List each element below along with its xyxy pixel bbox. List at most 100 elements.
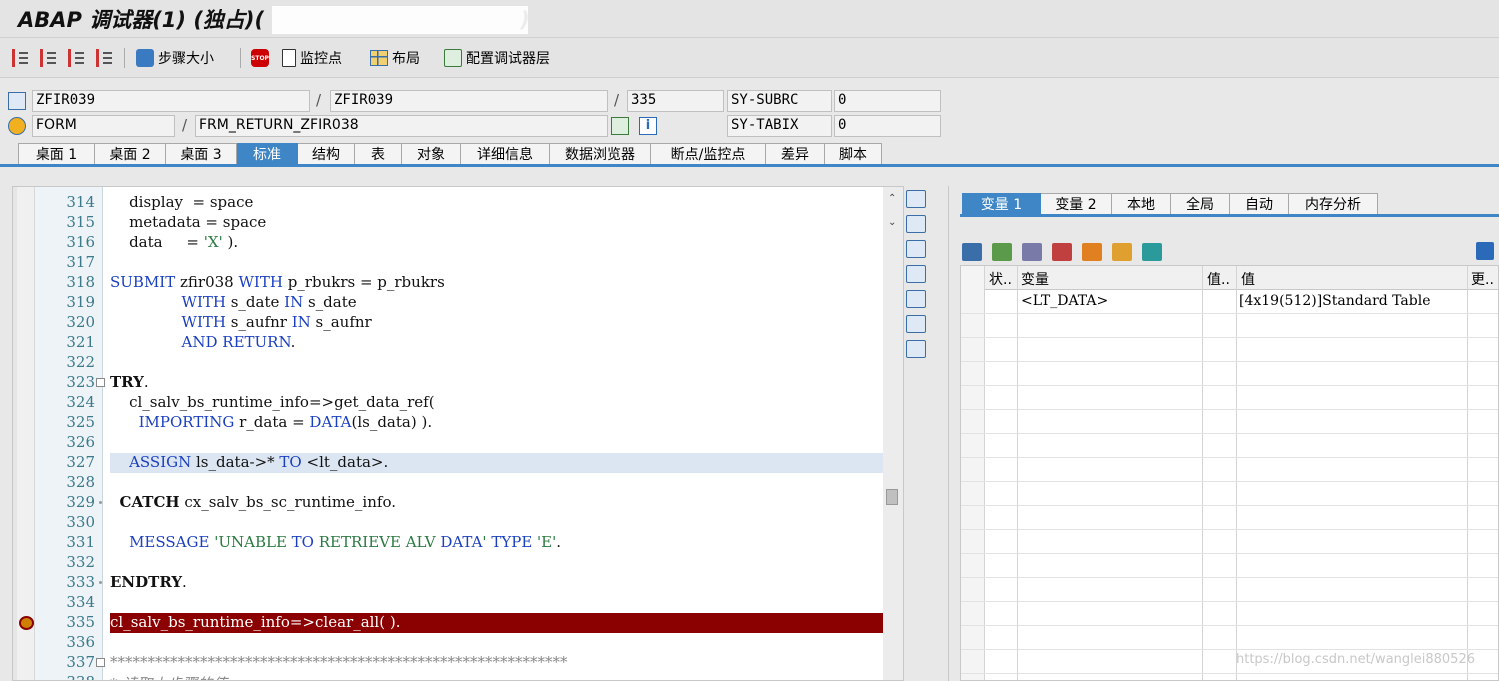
tab-standard[interactable]: 标准	[237, 143, 298, 165]
variable-name[interactable]: <LT_DATA>	[1021, 293, 1108, 309]
layout-button[interactable]: 布局	[370, 46, 420, 70]
navigate-source-icon[interactable]	[611, 117, 629, 135]
services-icon[interactable]	[906, 340, 926, 358]
tab-desktop-2[interactable]: 桌面 2	[95, 143, 166, 165]
tab-local[interactable]: 本地	[1112, 193, 1171, 215]
swap-tool-icon[interactable]	[906, 240, 926, 258]
variables-table[interactable]: 状.. 变量 值.. 值 更.. <LT_DATA> [4x19(512)]Sta…	[960, 265, 1499, 681]
continue-button[interactable]	[96, 46, 114, 70]
scroll-down-icon[interactable]: ⌄	[888, 217, 896, 228]
new-tool-icon[interactable]	[906, 215, 926, 233]
breakpoint-icon[interactable]	[19, 616, 34, 630]
code-line[interactable]: 325 IMPORTING r_data = DATA(ls_data) ).	[13, 413, 883, 433]
close-icon[interactable]	[906, 190, 926, 208]
tab-desktop-3[interactable]: 桌面 3	[166, 143, 237, 165]
variable-row[interactable]	[961, 386, 1498, 410]
col-more[interactable]: 更..	[1471, 269, 1494, 289]
variable-row[interactable]	[961, 458, 1498, 482]
variable-row[interactable]	[961, 314, 1498, 338]
code-line[interactable]: 321 AND RETURN.	[13, 333, 883, 353]
tab-variables-2[interactable]: 变量 2	[1041, 193, 1112, 215]
code-line[interactable]: 331 MESSAGE 'UNABLE TO RETRIEVE ALV DATA…	[13, 533, 883, 553]
step-size-button[interactable]: 步骤大小	[136, 46, 214, 70]
source-editor[interactable]: 314 display = space 315 metadata = space 3…	[12, 186, 904, 681]
editor-scrollbar[interactable]: ⌃ ⌄	[883, 187, 903, 680]
tab-data-browser[interactable]: 数据浏览器	[550, 143, 651, 165]
watchpoint-button[interactable]: 监控点	[282, 46, 342, 70]
tab-memory-analysis[interactable]: 内存分析	[1289, 193, 1378, 215]
variable-value[interactable]: [4x19(512)]Standard Table	[1239, 293, 1431, 309]
tab-diff[interactable]: 差异	[766, 143, 825, 165]
save-icon[interactable]	[1476, 242, 1494, 260]
code-text: data = 'X' ).	[110, 233, 239, 251]
variable-row[interactable]	[961, 338, 1498, 362]
variable-row[interactable]	[961, 530, 1498, 554]
stop-button[interactable]: STOP	[251, 46, 269, 70]
tab-details[interactable]: 详细信息	[461, 143, 550, 165]
variable-row[interactable]	[961, 410, 1498, 434]
resize-icon[interactable]	[906, 290, 926, 308]
execute-button[interactable]	[40, 46, 58, 70]
code-line[interactable]: 322	[13, 353, 883, 373]
filter-icon[interactable]	[1142, 243, 1162, 261]
tab-table[interactable]: 表	[355, 143, 402, 165]
code-line[interactable]: 327 ASSIGN ls_data->* TO <lt_data>.	[13, 453, 883, 473]
config-layer-button[interactable]: 配置调试器层	[444, 46, 550, 70]
variable-row[interactable]	[961, 362, 1498, 386]
code-line[interactable]: 337 *************************************…	[13, 653, 883, 673]
code-line[interactable]: 333 ENDTRY.	[13, 573, 883, 593]
single-step-button[interactable]	[12, 46, 30, 70]
maximize-icon[interactable]	[906, 265, 926, 283]
code-line[interactable]: 334	[13, 593, 883, 613]
variable-row[interactable]	[961, 482, 1498, 506]
code-line[interactable]: 328	[13, 473, 883, 493]
tab-desktop-1[interactable]: 桌面 1	[18, 143, 95, 165]
code-line[interactable]: 329 CATCH cx_salv_bs_sc_runtime_info.	[13, 493, 883, 513]
remove-row-icon[interactable]	[1052, 243, 1072, 261]
code-line[interactable]: 324 cl_salv_bs_runtime_info=>get_data_re…	[13, 393, 883, 413]
code-line[interactable]: 318 SUBMIT zfir038 WITH p_rbukrs = p_rbuk…	[13, 273, 883, 293]
variable-tab-underline	[960, 214, 1499, 217]
tab-structure[interactable]: 结构	[298, 143, 355, 165]
tab-object[interactable]: 对象	[402, 143, 461, 165]
scroll-up-icon[interactable]: ⌃	[888, 193, 896, 204]
code-line[interactable]: 323 TRY.	[13, 373, 883, 393]
list-icon[interactable]	[1022, 243, 1042, 261]
code-line[interactable]: 330	[13, 513, 883, 533]
scroll-thumb[interactable]	[886, 489, 898, 505]
code-line[interactable]: 332	[13, 553, 883, 573]
code-line[interactable]: 316 data = 'X' ).	[13, 233, 883, 253]
delete-icon[interactable]	[962, 243, 982, 261]
info-icon[interactable]: i	[639, 117, 657, 135]
tab-global[interactable]: 全局	[1171, 193, 1230, 215]
tab-breakpoints[interactable]: 断点/监控点	[651, 143, 766, 165]
code-line[interactable]: 315 metadata = space	[13, 213, 883, 233]
return-button[interactable]	[68, 46, 86, 70]
line-number: 331	[66, 533, 95, 551]
code-line[interactable]: 326	[13, 433, 883, 453]
detail-icon[interactable]	[992, 243, 1012, 261]
refresh-icon[interactable]	[906, 315, 926, 333]
variable-row[interactable]: <LT_DATA> [4x19(512)]Standard Table	[961, 290, 1498, 314]
sort-icon[interactable]	[1082, 243, 1102, 261]
variable-row[interactable]	[961, 506, 1498, 530]
variable-row[interactable]	[961, 578, 1498, 602]
tab-script[interactable]: 脚本	[825, 143, 882, 165]
line-number: 323	[66, 373, 95, 391]
variable-row[interactable]	[961, 602, 1498, 626]
transfer-icon[interactable]	[1112, 243, 1132, 261]
variable-row[interactable]	[961, 626, 1498, 650]
code-line[interactable]: 319 WITH s_date IN s_date	[13, 293, 883, 313]
code-line[interactable]: 335 cl_salv_bs_runtime_info=>clear_all( )…	[13, 613, 883, 633]
code-line[interactable]: 338 * 读取上步骤的值	[13, 673, 883, 680]
code-line[interactable]: 336	[13, 633, 883, 653]
document-icon	[282, 49, 296, 67]
variable-row[interactable]	[961, 434, 1498, 458]
code-line[interactable]: 314 display = space	[13, 193, 883, 213]
sy-subrc-value: 0	[834, 90, 941, 112]
tab-variables-1[interactable]: 变量 1	[962, 193, 1041, 215]
code-line[interactable]: 320 WITH s_aufnr IN s_aufnr	[13, 313, 883, 333]
code-line[interactable]: 317	[13, 253, 883, 273]
variable-row[interactable]	[961, 554, 1498, 578]
tab-auto[interactable]: 自动	[1230, 193, 1289, 215]
